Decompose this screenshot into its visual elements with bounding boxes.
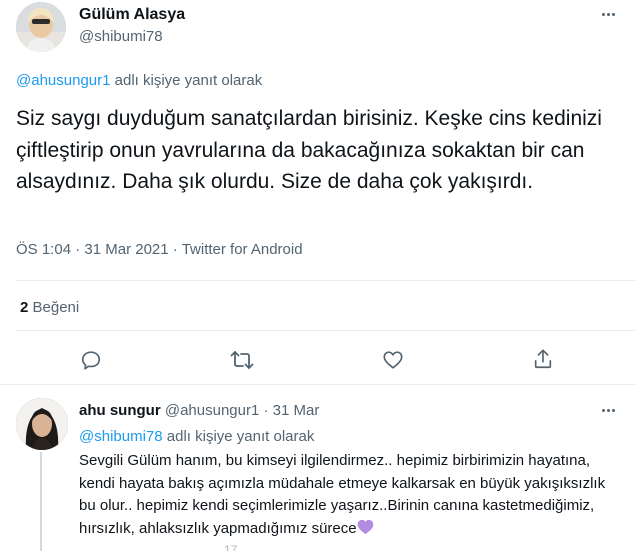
section-divider [0, 384, 635, 385]
reply-author-handle[interactable]: @ahusungur1 [165, 402, 259, 419]
reply-context-label: adlı kişiye yanıt olarak [110, 72, 263, 89]
tweet-thread: Gülüm Alasya @shibumi78 @ahusungur1 adlı… [0, 0, 635, 551]
retweet-button[interactable] [229, 347, 255, 373]
reply-header: ahu sungur @ahusungur1 · 31 Mar [79, 402, 319, 419]
avatar-gulum[interactable] [16, 2, 66, 52]
tweet-source[interactable]: Twitter for Android [182, 241, 303, 258]
retweet-icon [230, 351, 254, 369]
partial-count: 17 [224, 543, 238, 551]
likes-label: Beğeni [28, 299, 80, 316]
author-name[interactable]: Gülüm Alasya [79, 6, 185, 24]
tweet-meta: ÖS 1:04 · 31 Mar 2021 · Twitter for Andr… [16, 241, 303, 258]
reply-context: @shibumi78 adlı kişiye yanıt olarak [79, 428, 314, 445]
tweet-time[interactable]: ÖS 1:04 [16, 241, 71, 258]
avatar-image [16, 2, 66, 52]
reply-text: Sevgili Gülüm hanım, bu kimseyi ilgilend… [79, 452, 606, 537]
avatar-image [16, 398, 68, 450]
reply-text-container: Sevgili Gülüm hanım, bu kimseyi ilgilend… [79, 450, 609, 540]
tweet-text: Siz saygı duyduğum sanatçılardan birisin… [16, 107, 602, 193]
reply-icon [81, 351, 101, 370]
divider [16, 330, 635, 331]
mention-link[interactable]: @ahusungur1 [16, 72, 110, 89]
share-icon [534, 349, 552, 369]
author-handle[interactable]: @shibumi78 [79, 28, 163, 45]
reply-date[interactable]: 31 Mar [273, 402, 320, 419]
share-button[interactable] [530, 346, 556, 372]
like-icon [383, 351, 403, 369]
like-button[interactable] [380, 347, 406, 373]
more-icon[interactable] [598, 4, 618, 24]
tweet-date[interactable]: 31 Mar 2021 [84, 241, 168, 258]
purple-heart-icon [357, 519, 373, 534]
divider [16, 280, 635, 281]
reply-actions-partial: 17 [79, 543, 599, 551]
reply-context: @ahusungur1 adlı kişiye yanıt olarak [16, 72, 262, 89]
thread-line [40, 452, 42, 551]
mention-link[interactable]: @shibumi78 [79, 428, 163, 445]
more-icon[interactable] [598, 400, 618, 420]
likes-count[interactable]: 2 Beğeni [20, 299, 79, 316]
reply-button[interactable] [78, 347, 104, 373]
avatar-ahu[interactable] [16, 398, 68, 450]
meta-separator: · [71, 241, 85, 258]
meta-separator-2: · [168, 241, 182, 258]
reply-context-label: adlı kişiye yanıt olarak [162, 428, 315, 445]
reply-separator: · [259, 402, 273, 419]
reply-author-name[interactable]: ahu sungur [79, 402, 161, 419]
